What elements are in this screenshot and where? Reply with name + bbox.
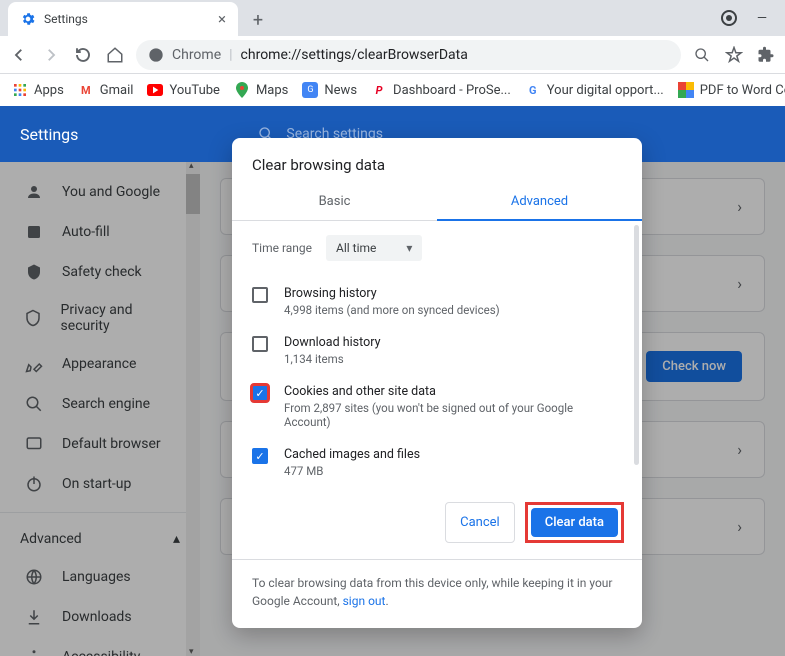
bookmarks-bar: Apps M Gmail YouTube Maps G News P Dashb… <box>0 74 785 106</box>
account-icon[interactable] <box>721 10 737 26</box>
checkbox-cached[interactable]: ✓ <box>252 448 268 464</box>
footer-text: To clear browsing data from this device … <box>252 576 612 608</box>
pinterest-icon: P <box>371 82 387 98</box>
bookmark-label: Apps <box>34 83 64 98</box>
time-range-row: Time range All time <box>252 235 622 261</box>
omnibox-url: chrome://settings/clearBrowserData <box>241 47 468 63</box>
home-button[interactable] <box>104 44 126 66</box>
apps-icon <box>12 82 28 98</box>
bookmark-label: Your digital opport... <box>547 83 664 98</box>
check-row-cookies[interactable]: ✓ Cookies and other site data From 2,897… <box>252 375 622 438</box>
check-subtitle: 4,998 items (and more on synced devices) <box>284 303 500 317</box>
check-row-cached[interactable]: ✓ Cached images and files 477 MB <box>252 438 622 486</box>
dialog-scrollbar[interactable] <box>634 225 639 465</box>
bookmark-label: YouTube <box>169 83 220 98</box>
new-tab-button[interactable]: + <box>244 6 272 34</box>
extensions-icon[interactable] <box>755 44 777 66</box>
bookmark-label: Dashboard - ProSe... <box>393 83 511 98</box>
omnibox[interactable]: Chrome | chrome://settings/clearBrowserD… <box>136 40 681 70</box>
check-title: Cached images and files <box>284 447 420 462</box>
clear-data-highlight: Clear data <box>525 502 624 543</box>
window-controls: — <box>721 0 785 36</box>
clear-browsing-data-dialog: Clear browsing data Basic Advanced Time … <box>232 138 642 628</box>
reload-button[interactable] <box>72 44 94 66</box>
check-row-download-history[interactable]: Download history 1,134 items <box>252 326 622 375</box>
tab-basic[interactable]: Basic <box>232 184 437 221</box>
time-range-select[interactable]: All time <box>326 235 422 261</box>
close-icon[interactable]: × <box>218 10 226 28</box>
bookmark-maps[interactable]: Maps <box>230 82 292 98</box>
bookmark-digital[interactable]: G Your digital opport... <box>521 82 668 98</box>
dialog-footer: To clear browsing data from this device … <box>232 559 642 628</box>
dialog-title: Clear browsing data <box>232 138 642 184</box>
check-subtitle: From 2,897 sites (you won't be signed ou… <box>284 401 622 429</box>
bookmark-label: Gmail <box>100 83 134 98</box>
google-icon: G <box>525 82 541 98</box>
zoom-icon[interactable] <box>691 44 713 66</box>
bookmark-pdf[interactable]: PDF to Word Co <box>674 82 785 98</box>
youtube-icon <box>147 82 163 98</box>
checkbox-cookies[interactable]: ✓ <box>252 385 268 401</box>
forward-button[interactable] <box>40 44 62 66</box>
check-title: Download history <box>284 335 380 350</box>
omnibox-separator: | <box>229 47 232 63</box>
bookmark-label: Maps <box>256 83 288 98</box>
news-icon: G <box>302 82 318 98</box>
check-subtitle: 477 MB <box>284 464 420 478</box>
bookmark-dashboard[interactable]: P Dashboard - ProSe... <box>367 82 515 98</box>
check-title: Browsing history <box>284 286 500 301</box>
gear-icon <box>20 11 36 27</box>
checkbox-browsing-history[interactable] <box>252 287 268 303</box>
bookmark-label: PDF to Word Co <box>700 83 785 98</box>
tab-advanced[interactable]: Advanced <box>437 184 642 221</box>
back-button[interactable] <box>8 44 30 66</box>
omnibox-prefix: Chrome <box>172 47 221 63</box>
check-row-browsing-history[interactable]: Browsing history 4,998 items (and more o… <box>252 277 622 326</box>
time-range-label: Time range <box>252 241 312 255</box>
bookmark-apps[interactable]: Apps <box>8 82 68 98</box>
settings-title: Settings <box>20 125 78 144</box>
chrome-icon <box>148 47 164 63</box>
tab-title: Settings <box>44 12 88 26</box>
toolbar: Chrome | chrome://settings/clearBrowserD… <box>0 36 785 74</box>
bookmark-gmail[interactable]: M Gmail <box>74 82 138 98</box>
pdf-icon <box>678 82 694 98</box>
bookmark-star-icon[interactable] <box>723 44 745 66</box>
sign-out-link[interactable]: sign out <box>343 594 386 608</box>
cancel-button[interactable]: Cancel <box>445 502 515 543</box>
tab-strip: Settings × + — <box>0 0 785 36</box>
bookmark-news[interactable]: G News <box>298 82 361 98</box>
clear-data-button[interactable]: Clear data <box>531 508 618 537</box>
check-title: Cookies and other site data <box>284 384 622 399</box>
browser-tab[interactable]: Settings × <box>8 2 238 36</box>
bookmark-label: News <box>324 83 357 98</box>
maps-icon <box>234 82 250 98</box>
dialog-tabs: Basic Advanced <box>232 184 642 221</box>
window-minimize[interactable]: — <box>757 11 767 26</box>
bookmark-youtube[interactable]: YouTube <box>143 82 224 98</box>
dialog-body: Time range All time Browsing history 4,9… <box>232 221 642 486</box>
gmail-icon: M <box>78 82 94 98</box>
dialog-actions: Cancel Clear data <box>232 486 642 559</box>
check-subtitle: 1,134 items <box>284 352 380 366</box>
checkbox-download-history[interactable] <box>252 336 268 352</box>
time-range-value: All time <box>336 241 376 255</box>
